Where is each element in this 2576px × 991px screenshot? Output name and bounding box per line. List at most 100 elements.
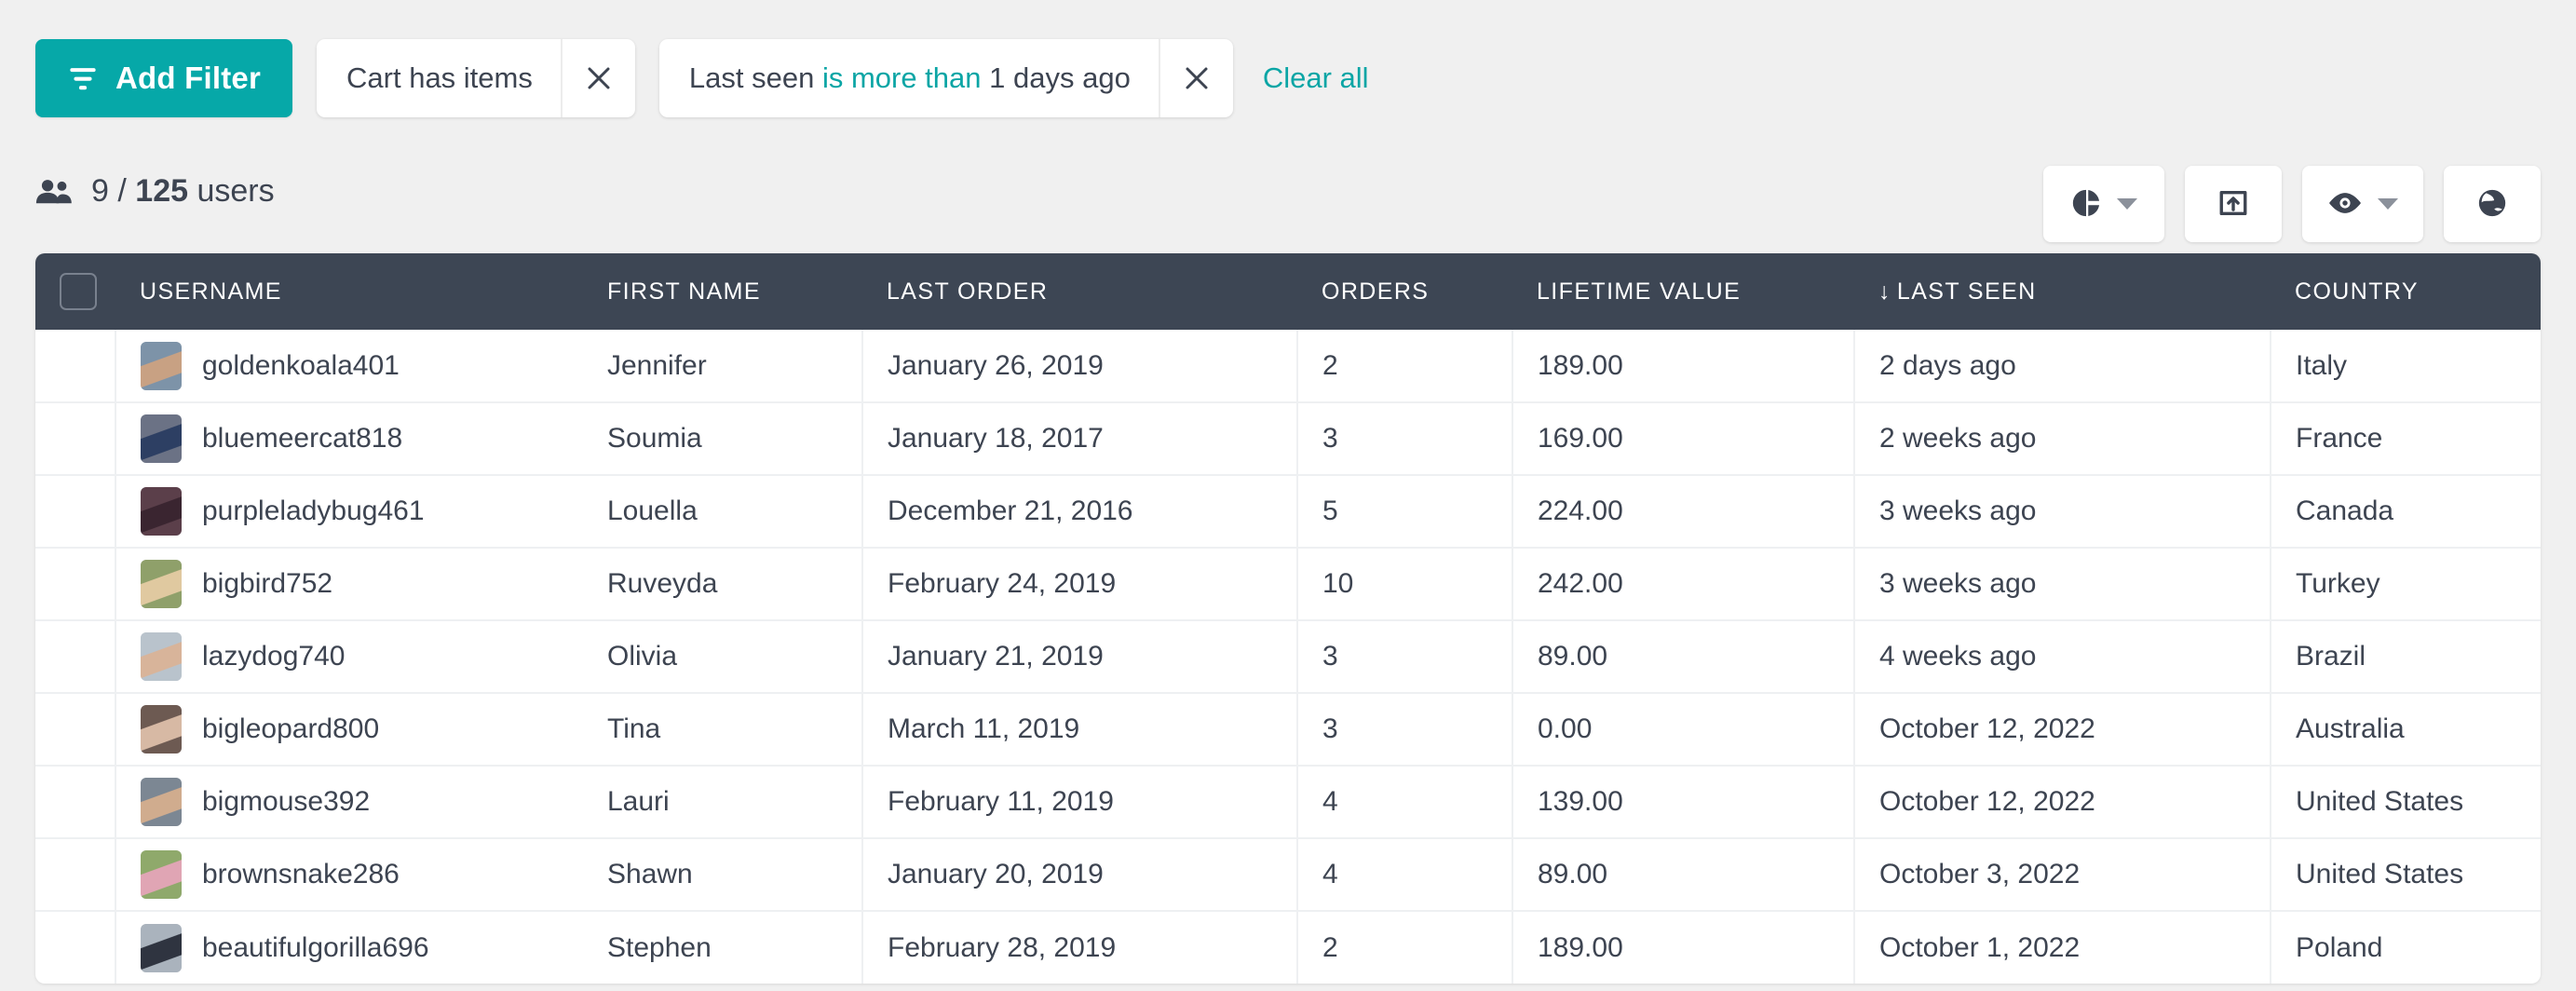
add-filter-button[interactable]: Add Filter — [35, 39, 292, 117]
column-header-last-seen-label: LAST SEEN — [1896, 278, 2037, 305]
username-link[interactable]: bigleopard800 — [202, 713, 379, 745]
select-all-checkbox[interactable] — [60, 273, 97, 310]
username-link[interactable]: bigmouse392 — [202, 786, 370, 818]
export-button[interactable] — [2185, 166, 2282, 242]
user-count-summary: 9 / 125 users — [35, 173, 275, 210]
row-checkbox-cell — [35, 475, 116, 549]
cell-username: bigmouse392 — [115, 766, 583, 839]
cell-country: Australia — [2271, 693, 2541, 767]
table-row[interactable]: bigmouse392 Lauri February 11, 2019 4 139.00… — [35, 766, 2541, 839]
export-icon — [2217, 187, 2249, 222]
cell-lifetime-value: 224.00 — [1512, 475, 1855, 549]
users-table: USERNAME FIRST NAME LAST ORDER ORDERS LI… — [35, 253, 2541, 984]
row-checkbox-cell — [35, 402, 116, 476]
cell-orders: 3 — [1297, 402, 1513, 476]
table-row[interactable]: lazydog740 Olivia January 21, 2019 3 89.00 4 … — [35, 620, 2541, 694]
add-filter-label: Add Filter — [115, 61, 261, 95]
chart-button[interactable] — [2043, 166, 2164, 242]
table-row[interactable]: bigbird752 Ruveyda February 24, 2019 10 242.… — [35, 548, 2541, 621]
avatar — [141, 850, 182, 899]
cell-last-seen: 2 weeks ago — [1854, 402, 2271, 476]
row-checkbox-cell — [35, 330, 116, 403]
globe-button[interactable] — [2444, 166, 2541, 242]
column-header-username[interactable]: USERNAME — [115, 253, 583, 330]
avatar — [141, 341, 182, 390]
cell-last-order: February 28, 2019 — [862, 911, 1298, 984]
cell-lifetime-value: 89.00 — [1512, 838, 1855, 912]
column-header-first-name[interactable]: FIRST NAME — [583, 253, 862, 330]
username-link[interactable]: brownsnake286 — [202, 859, 400, 890]
cell-orders: 4 — [1297, 766, 1513, 839]
row-checkbox-cell — [35, 548, 116, 621]
table-row[interactable]: goldenkoala401 Jennifer January 26, 2019 2 1… — [35, 330, 2541, 403]
row-checkbox-cell — [35, 693, 116, 767]
cell-country: Poland — [2296, 931, 2383, 963]
users-table-container: USERNAME FIRST NAME LAST ORDER ORDERS LI… — [35, 253, 2541, 984]
avatar — [141, 705, 182, 753]
table-row[interactable]: bigleopard800 Tina March 11, 2019 3 0.00 Octo… — [35, 693, 2541, 767]
avatar — [141, 560, 182, 608]
cell-first-name: Ruveyda — [583, 548, 863, 621]
username-link[interactable]: bigbird752 — [202, 568, 332, 600]
row-checkbox-cell — [35, 620, 116, 694]
username-link[interactable]: purpleladybug461 — [202, 496, 425, 527]
filter-bar: Add Filter Cart has items Last seen is m… — [35, 35, 1369, 121]
cell-last-order: February 11, 2019 — [862, 766, 1298, 839]
cell-username: lazydog740 — [115, 620, 583, 694]
table-row[interactable]: bluemeercat818 Soumia January 18, 2017 3 169… — [35, 402, 2541, 476]
cell-last-seen: 2 days ago — [1854, 330, 2271, 403]
table-toolbar — [2043, 166, 2541, 242]
cell-last-order: January 26, 2019 — [862, 330, 1298, 403]
cell-username: goldenkoala401 — [115, 330, 583, 403]
chevron-down-icon — [2378, 198, 2398, 210]
cell-last-seen: October 12, 2022 — [1854, 766, 2271, 839]
filter-chip-last-seen[interactable]: Last seen is more than 1 days ago — [658, 39, 1233, 117]
username-link[interactable]: lazydog740 — [202, 641, 345, 672]
cell-username: bluemeercat818 — [115, 402, 583, 476]
table-body: goldenkoala401 Jennifer January 26, 2019 2 1… — [35, 330, 2541, 984]
cell-first-name: Olivia — [583, 620, 863, 694]
cell-lifetime-value: 242.00 — [1512, 548, 1855, 621]
column-header-country[interactable]: COUNTRY — [2271, 253, 2541, 330]
cell-orders: 2 — [1297, 911, 1513, 984]
username-link[interactable]: beautifulgorilla696 — [202, 932, 429, 964]
user-count-text: 9 / 125 users — [91, 173, 275, 209]
column-header-last-order[interactable]: LAST ORDER — [862, 253, 1297, 330]
cell-country: Turkey — [2271, 548, 2541, 621]
row-checkbox-cell — [35, 838, 116, 912]
column-header-last-seen[interactable]: ↓ LAST SEEN — [1854, 253, 2271, 330]
cell-last-order: January 21, 2019 — [862, 620, 1298, 694]
column-header-orders[interactable]: ORDERS — [1297, 253, 1512, 330]
username-link[interactable]: goldenkoala401 — [202, 350, 400, 382]
column-header-lifetime-value[interactable]: LIFETIME VALUE — [1512, 253, 1854, 330]
cell-last-seen: 3 weeks ago — [1854, 548, 2271, 621]
filter-chip-last-seen-label: Last seen is more than 1 days ago — [688, 61, 1131, 94]
cell-lifetime-value: 189.00 — [1512, 911, 1855, 984]
avatar — [141, 414, 182, 463]
cell-first-name: Shawn — [583, 838, 863, 912]
cell-username: brownsnake286 — [115, 838, 583, 912]
cell-first-name: Tina — [583, 693, 863, 767]
cell-country: United States — [2271, 766, 2541, 839]
cell-lifetime-value: 0.00 — [1512, 693, 1855, 767]
close-icon[interactable] — [560, 39, 635, 117]
close-icon[interactable] — [1158, 39, 1233, 117]
table-row[interactable]: brownsnake286 Shawn January 20, 2019 4 89.00… — [35, 838, 2541, 912]
cell-first-name: Louella — [583, 475, 863, 549]
filter-chip-cart[interactable]: Cart has items — [317, 39, 635, 117]
clear-all-link[interactable]: Clear all — [1263, 61, 1369, 95]
cell-lifetime-value: 89.00 — [1512, 620, 1855, 694]
cell-last-seen: October 3, 2022 — [1854, 838, 2271, 912]
visibility-button[interactable] — [2302, 166, 2423, 242]
table-row[interactable]: beautifulgorilla696 Stephen February 28, 2… — [35, 911, 2541, 984]
cell-last-order: January 18, 2017 — [862, 402, 1298, 476]
cell-username: bigbird752 — [115, 548, 583, 621]
avatar — [141, 778, 182, 826]
cell-first-name: Soumia — [583, 402, 863, 476]
table-row[interactable]: purpleladybug461 Louella December 21, 2016… — [35, 475, 2541, 549]
cell-orders: 3 — [1297, 693, 1513, 767]
avatar — [141, 632, 182, 681]
chevron-down-icon — [2117, 198, 2137, 210]
cell-last-seen: 4 weeks ago — [1854, 620, 2271, 694]
username-link[interactable]: bluemeercat818 — [202, 423, 402, 455]
